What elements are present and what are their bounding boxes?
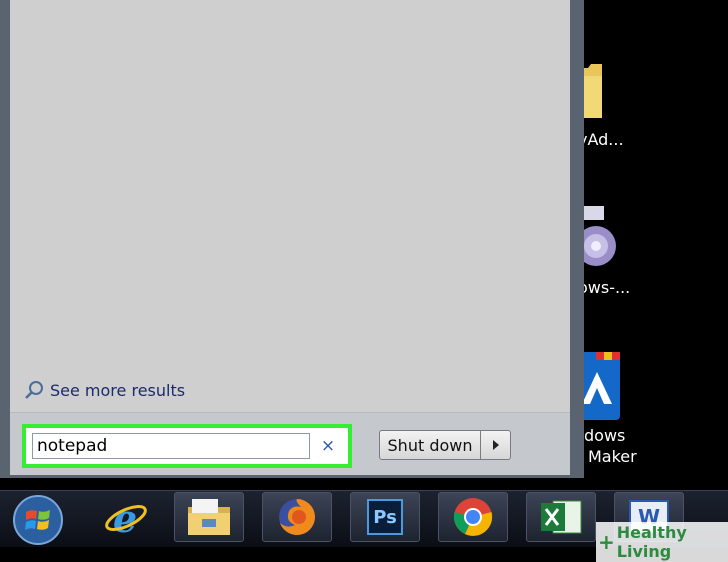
chrome-icon — [453, 498, 493, 536]
internet-explorer-icon: e — [105, 496, 147, 540]
watermark: + Healthy Living — [596, 522, 728, 562]
search-highlight: × — [22, 424, 352, 468]
windows-logo-icon — [13, 495, 63, 545]
excel-icon — [541, 500, 582, 534]
svg-text:e: e — [113, 496, 137, 540]
plus-icon: + — [598, 530, 615, 554]
taskbar-firefox[interactable] — [262, 492, 332, 542]
taskbar-internet-explorer[interactable]: e — [98, 492, 154, 542]
start-button[interactable] — [12, 494, 64, 546]
firefox-icon — [279, 499, 315, 535]
desktop-icon-label: ows-... — [578, 278, 631, 297]
see-more-results-link[interactable]: See more results — [24, 380, 185, 400]
photoshop-icon: Ps — [367, 499, 403, 535]
search-input[interactable] — [32, 433, 310, 459]
shut-down-button[interactable]: Shut down — [379, 430, 481, 460]
taskbar-windows-explorer[interactable] — [174, 492, 244, 542]
watermark-text: Healthy Living — [616, 523, 687, 561]
folder-icon — [188, 499, 230, 535]
shut-down-label: Shut down — [387, 435, 473, 455]
shut-down-options-button[interactable] — [481, 430, 511, 460]
photoshop-icon-text: Ps — [373, 506, 397, 528]
desktop-icon-label: dows — [584, 426, 626, 445]
start-menu: See more results × Shut down — [0, 0, 584, 478]
desktop: yAd... ows-... dows Maker See more resul… — [0, 0, 728, 490]
arrow-right-icon — [492, 440, 499, 450]
clear-search-icon[interactable]: × — [318, 436, 338, 456]
taskbar-photoshop[interactable]: Ps — [350, 492, 420, 542]
see-more-results-label: See more results — [50, 380, 186, 400]
desktop-icon-label: Maker — [588, 447, 637, 466]
desktop-icon-label: yAd... — [578, 130, 624, 149]
taskbar-excel[interactable] — [526, 492, 596, 542]
search-icon — [25, 381, 43, 399]
taskbar-chrome[interactable] — [438, 492, 508, 542]
search-results-pane — [10, 0, 570, 412]
